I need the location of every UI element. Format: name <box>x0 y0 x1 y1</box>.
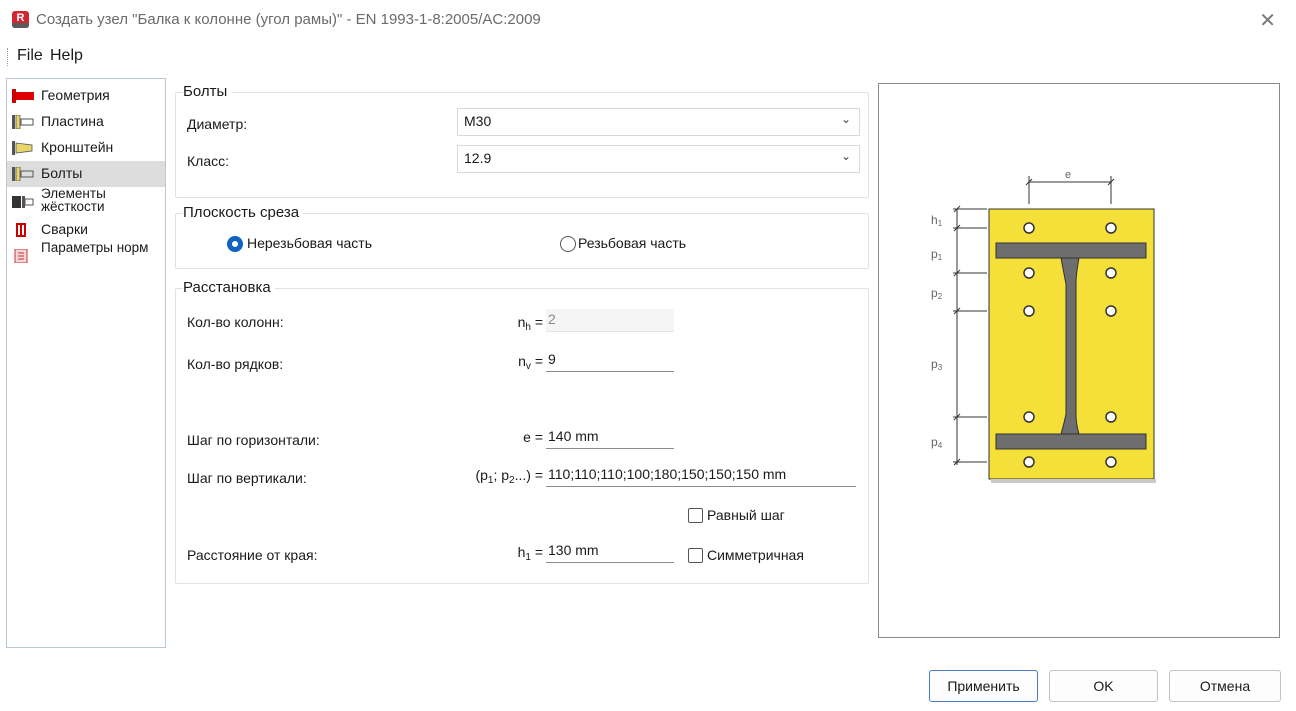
nav-item-stiffeners[interactable]: Элементы жёсткости <box>7 186 165 215</box>
hstep-input[interactable]: 140 mm <box>546 426 674 449</box>
plate-icon <box>12 115 34 129</box>
nav-label: Сварки <box>41 221 88 237</box>
edge-input[interactable]: 130 mm <box>546 540 674 563</box>
rows-symbol: nv = <box>518 353 543 372</box>
stiffeners-icon <box>12 196 34 208</box>
menu-bar: File Help <box>0 44 1296 72</box>
nav-label: Геометрия <box>41 87 110 103</box>
nav-label: Элементы жёсткости <box>41 186 106 214</box>
menu-help[interactable]: Help <box>50 47 83 65</box>
cancel-button[interactable]: Отмена <box>1169 670 1281 702</box>
geometry-icon <box>12 89 34 103</box>
menu-grip <box>7 48 10 66</box>
nav-label: Болты <box>41 165 83 181</box>
radio-unthreaded[interactable] <box>227 236 243 252</box>
sidebar-nav: Геометрия Пластина Кронштейн Болты Элеме… <box>6 78 166 648</box>
label-e: e <box>1065 169 1071 181</box>
bolts-group-title: Болты <box>183 83 232 100</box>
nav-label: Кронштейн <box>41 139 114 155</box>
hstep-label: Шаг по горизонтали: <box>187 432 320 448</box>
label-p3: p3 <box>931 357 943 372</box>
radio-unthreaded-label: Нерезьбовая часть <box>247 235 373 251</box>
rows-label: Кол-во рядков: <box>187 356 284 372</box>
columns-input: 2 <box>546 309 674 332</box>
chevron-down-icon: ⌄ <box>840 149 851 163</box>
symmetric-label: Симметричная <box>707 547 804 563</box>
diameter-value: M30 <box>464 113 492 129</box>
nav-item-code-params[interactable]: Параметры норм <box>7 240 165 269</box>
dimension-chain <box>953 205 987 466</box>
connection-preview: e h1 p1 p2 p3 p4 <box>878 83 1280 638</box>
welds-icon <box>16 223 26 237</box>
rows-input[interactable]: 9 <box>546 349 674 372</box>
close-icon[interactable]: ✕ <box>1259 8 1276 33</box>
bolt-layout-diagram: e h1 p1 p2 p3 p4 <box>931 169 1156 483</box>
title-bar: R Создать узел "Балка к колонне (угол ра… <box>0 0 1296 42</box>
radio-threaded-label: Резьбовая часть <box>578 235 687 251</box>
symmetric-checkbox[interactable] <box>688 548 703 563</box>
beam-bottom-flange <box>995 433 1147 450</box>
nav-item-plate[interactable]: Пластина <box>7 109 165 135</box>
layout-group-title: Расстановка <box>183 279 275 296</box>
columns-label: Кол-во колонн: <box>187 314 284 330</box>
edge-label: Расстояние от края: <box>187 547 318 563</box>
plate-shadow <box>991 479 1156 483</box>
vstep-label: Шаг по вертикали: <box>187 470 307 486</box>
robot-app-icon: R <box>12 11 29 28</box>
class-value: 12.9 <box>464 150 492 166</box>
hstep-symbol: e = <box>523 429 543 445</box>
vstep-input[interactable]: 110;110;110;100;180;150;150;150 mm <box>546 464 856 487</box>
bracket-icon <box>12 141 33 155</box>
equal-step-label: Равный шаг <box>707 507 785 523</box>
label-h1: h1 <box>931 213 943 228</box>
class-label: Класс: <box>187 153 229 169</box>
class-select[interactable]: 12.9 ⌄ <box>457 145 860 173</box>
columns-symbol: nh = <box>517 314 543 333</box>
shear-plane-title: Плоскость среза <box>183 204 304 221</box>
diameter-select[interactable]: M30 ⌄ <box>457 108 860 136</box>
bolts-icon <box>12 167 34 181</box>
label-p2: p2 <box>931 286 943 301</box>
edge-symbol: h1 = <box>517 544 543 563</box>
window-title: Создать узел "Балка к колонне (угол рамы… <box>36 11 541 28</box>
code-params-icon <box>14 249 28 263</box>
radio-threaded[interactable] <box>560 236 576 252</box>
equal-step-checkbox[interactable] <box>688 508 703 523</box>
label-p1: p1 <box>931 247 943 262</box>
apply-button[interactable]: Применить <box>929 670 1038 702</box>
label-p4: p4 <box>931 435 943 450</box>
beam-top-flange <box>995 242 1147 259</box>
nav-item-geometry[interactable]: Геометрия <box>7 83 165 109</box>
nav-item-bolts[interactable]: Болты <box>7 161 165 187</box>
nav-label: Пластина <box>41 113 104 129</box>
diameter-label: Диаметр: <box>187 116 248 132</box>
chevron-down-icon: ⌄ <box>840 112 851 126</box>
menu-file[interactable]: File <box>17 47 43 65</box>
nav-label: Параметры норм <box>41 240 149 255</box>
nav-item-bracket[interactable]: Кронштейн <box>7 135 165 161</box>
vstep-symbol: (p1; p2...) = <box>475 467 543 486</box>
ok-button[interactable]: OK <box>1049 670 1158 702</box>
